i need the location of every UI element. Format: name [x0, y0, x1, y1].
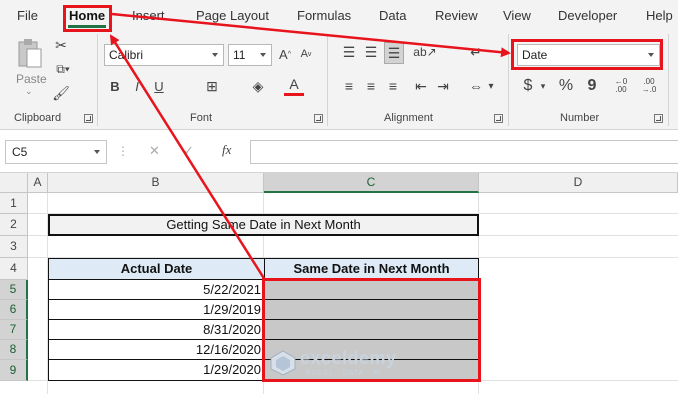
- arrow-to-number-format: [111, 12, 511, 58]
- annotation-arrows: [109, 12, 511, 281]
- arrow-to-home-tab: [109, 34, 267, 281]
